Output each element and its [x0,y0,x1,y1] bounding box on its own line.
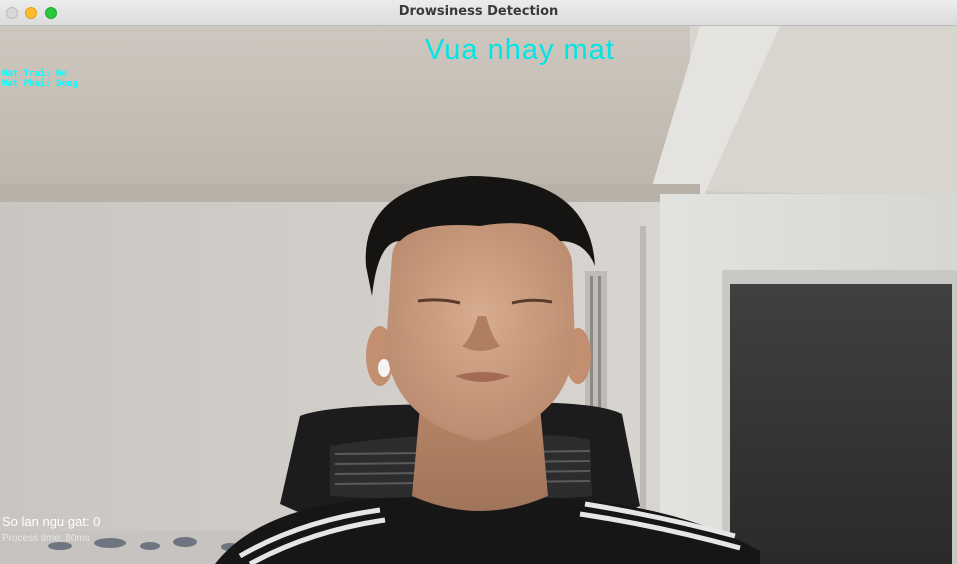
window-title: Drowsiness Detection [398,4,559,19]
app-window: Drowsiness Detection Vua nhay mat Mat Tr… [0,0,957,564]
title-bar[interactable]: Drowsiness Detection [0,0,957,26]
sleep-count-text: So lan ngu gat: 0 [2,514,101,529]
left-eye-status: Mat Trai: Mo [2,69,68,79]
right-eye-status: Mat Phai: Dong [2,79,78,89]
drowsiness-status-text: Vua nhay mat [425,34,615,66]
process-time-text: Process time: 80ms [2,533,90,544]
camera-frame-image [0,26,957,564]
camera-feed: Vua nhay mat Mat Trai: Mo Mat Phai: Dong… [0,26,957,564]
